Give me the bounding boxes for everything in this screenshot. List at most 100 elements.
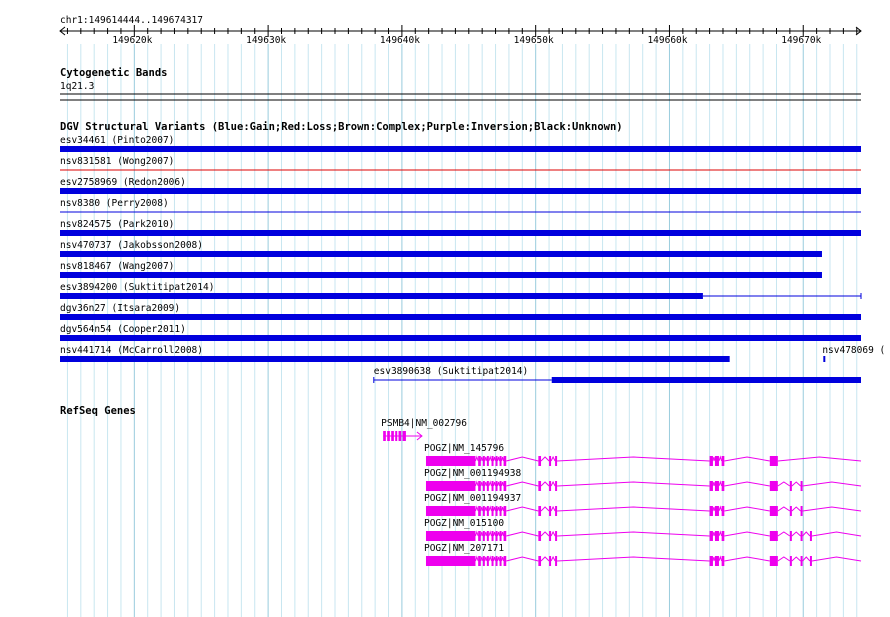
sv-feature-label[interactable]: esv3890638 (Suktitipat2014): [374, 366, 528, 377]
gene-exon[interactable]: [709, 556, 713, 566]
gene-exon[interactable]: [800, 531, 803, 541]
sv-feature-label[interactable]: esv34461 (Pinto2007): [60, 135, 174, 146]
gene-exon[interactable]: [391, 431, 394, 441]
gene-exon[interactable]: [491, 456, 494, 466]
gene-exon[interactable]: [721, 556, 725, 566]
gene-exon[interactable]: [482, 506, 485, 516]
gene-exon[interactable]: [499, 556, 502, 566]
sv-feature[interactable]: [60, 314, 861, 320]
ruler-tick-label[interactable]: 149640k: [380, 35, 420, 46]
gene-exon[interactable]: [789, 506, 792, 516]
gene-exon[interactable]: [549, 556, 552, 566]
gene-exon[interactable]: [495, 481, 498, 491]
gene-exon[interactable]: [395, 431, 398, 441]
gene-exon[interactable]: [789, 481, 792, 491]
gene-exon[interactable]: [503, 481, 507, 491]
gene-exon[interactable]: [809, 556, 812, 566]
gene-exon[interactable]: [495, 506, 498, 516]
gene-exon[interactable]: [538, 481, 542, 491]
sv-feature-label[interactable]: nsv818467 (Wang2007): [60, 261, 174, 272]
gene-exon[interactable]: [491, 481, 494, 491]
sv-feature-label[interactable]: nsv470737 (Jakobsson2008): [60, 240, 203, 251]
sv-feature[interactable]: [60, 335, 861, 341]
sv-feature-label[interactable]: nsv478069 (: [822, 345, 885, 356]
ruler-tick-label[interactable]: 149660k: [647, 35, 687, 46]
gene-exon[interactable]: [478, 506, 481, 516]
gene-exon[interactable]: [402, 431, 406, 441]
gene-exon[interactable]: [425, 506, 476, 516]
ruler-tick-label[interactable]: 149650k: [514, 35, 554, 46]
gene-exon[interactable]: [714, 531, 719, 541]
gene-exon[interactable]: [721, 531, 725, 541]
gene-exon[interactable]: [499, 506, 502, 516]
gene-exon[interactable]: [769, 456, 778, 466]
gene-exon[interactable]: [538, 456, 542, 466]
ruler-tick-label[interactable]: 149670k: [781, 35, 821, 46]
gene-exon[interactable]: [486, 556, 489, 566]
gene-exon[interactable]: [491, 556, 494, 566]
gene-exon[interactable]: [387, 431, 390, 441]
gene-exon[interactable]: [721, 481, 725, 491]
gene-exon[interactable]: [478, 531, 481, 541]
gene-exon[interactable]: [398, 431, 402, 441]
sv-feature-label[interactable]: dgv36n27 (Itsara2009): [60, 303, 180, 314]
sv-feature[interactable]: [60, 356, 730, 362]
gene-exon[interactable]: [549, 531, 552, 541]
sv-feature[interactable]: [823, 356, 826, 362]
gene-exon[interactable]: [555, 506, 558, 516]
gene-exon[interactable]: [555, 481, 558, 491]
gene-exon[interactable]: [425, 456, 476, 466]
sv-feature-label[interactable]: nsv8380 (Perry2008): [60, 198, 169, 209]
gene-exon[interactable]: [482, 481, 485, 491]
gene-exon[interactable]: [503, 506, 507, 516]
gene-exon[interactable]: [769, 556, 778, 566]
sv-feature[interactable]: [60, 230, 861, 236]
gene-exon[interactable]: [549, 456, 552, 466]
gene-exon[interactable]: [499, 481, 502, 491]
gene-exon[interactable]: [769, 481, 778, 491]
gene-exon[interactable]: [503, 556, 507, 566]
gene-exon[interactable]: [549, 506, 552, 516]
gene-exon[interactable]: [809, 531, 812, 541]
gene-exon[interactable]: [478, 481, 481, 491]
sv-feature-label[interactable]: nsv441714 (McCarroll2008): [60, 345, 203, 356]
sv-feature-label[interactable]: dgv564n54 (Cooper2011): [60, 324, 186, 335]
gene-label[interactable]: POGZ|NM_207171: [424, 543, 504, 554]
gene-exon[interactable]: [800, 506, 803, 516]
gene-exon[interactable]: [721, 506, 725, 516]
gene-exon[interactable]: [549, 481, 552, 491]
gene-exon[interactable]: [800, 556, 803, 566]
gene-exon[interactable]: [503, 531, 507, 541]
gene-exon[interactable]: [482, 531, 485, 541]
sv-feature[interactable]: [60, 188, 861, 194]
gene-exon[interactable]: [555, 456, 558, 466]
gene-exon[interactable]: [486, 456, 489, 466]
gene-exon[interactable]: [709, 456, 713, 466]
gene-exon[interactable]: [555, 556, 558, 566]
gene-exon[interactable]: [503, 456, 507, 466]
gene-exon[interactable]: [499, 456, 502, 466]
gene-label[interactable]: POGZ|NM_145796: [424, 443, 504, 454]
gene-exon[interactable]: [425, 481, 476, 491]
sv-feature-label[interactable]: esv3894200 (Suktitipat2014): [60, 282, 214, 293]
sv-feature-label[interactable]: esv2758969 (Redon2006): [60, 177, 186, 188]
sv-feature-label[interactable]: nsv831581 (Wong2007): [60, 156, 174, 167]
sv-feature-label[interactable]: nsv824575 (Park2010): [60, 219, 174, 230]
ruler-tick-label[interactable]: 149620k: [112, 35, 152, 46]
gene-exon[interactable]: [491, 506, 494, 516]
gene-exon[interactable]: [495, 456, 498, 466]
gene-exon[interactable]: [495, 556, 498, 566]
gene-exon[interactable]: [538, 556, 542, 566]
gene-label[interactable]: POGZ|NM_015100: [424, 518, 504, 529]
gene-exon[interactable]: [538, 531, 542, 541]
sv-feature[interactable]: [60, 272, 822, 278]
gene-exon[interactable]: [789, 531, 792, 541]
gene-exon[interactable]: [538, 506, 542, 516]
sv-feature[interactable]: [551, 377, 861, 383]
gene-exon[interactable]: [499, 531, 502, 541]
sv-feature[interactable]: [60, 251, 822, 257]
gene-exon[interactable]: [709, 531, 713, 541]
gene-exon[interactable]: [478, 456, 481, 466]
gene-exon[interactable]: [714, 481, 719, 491]
gene-exon[interactable]: [425, 531, 476, 541]
